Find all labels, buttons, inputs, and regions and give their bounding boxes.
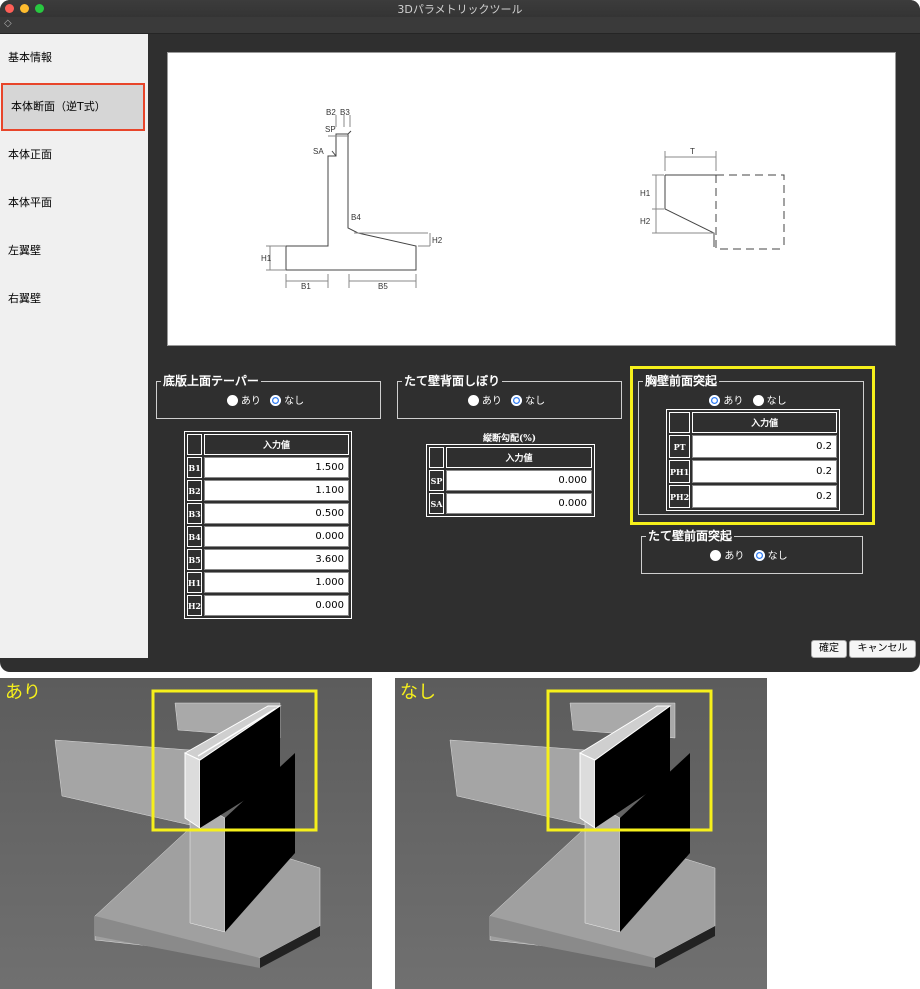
back-taper-group-title: たて壁背面しぼり: [402, 373, 503, 389]
preview-without-protrusion: なし: [395, 678, 767, 989]
b5-input[interactable]: 3.600: [204, 549, 349, 570]
parapet-radio-group: あり なし: [639, 392, 863, 407]
preview-label-without: なし: [400, 682, 436, 703]
taper-radio-yes[interactable]: [226, 395, 238, 406]
b3-input[interactable]: 0.500: [204, 503, 349, 524]
row-label-b3: B3: [187, 503, 203, 524]
sidebar: 基本情報 本体断面（逆T式） 本体正面 本体平面 左翼壁 右翼壁: [0, 34, 148, 658]
parapet-input-table: 入力値 PT 0.2 PH1 0.2 PH2 0.2: [666, 409, 840, 511]
table-corner: [669, 412, 691, 433]
parapet-radio-no[interactable]: [752, 395, 764, 406]
row-label-sa: SA: [429, 493, 444, 514]
slope-title: 縦断勾配(%): [483, 434, 537, 444]
sa-input[interactable]: 0.000: [446, 493, 592, 514]
ph1-input[interactable]: 0.2: [692, 460, 837, 483]
taper-group-title: 底版上面テーパー: [161, 373, 261, 389]
app-window: 3Dパラメトリックツール ◇ 基本情報 本体断面（逆T式） 本体正面 本体平面 …: [0, 0, 920, 672]
label-b1: B1: [301, 282, 311, 291]
back-input-table: 入力値 SP 0.000 SA 0.000: [426, 444, 595, 517]
b2-input[interactable]: 1.100: [204, 480, 349, 501]
parapet-group-title: 胸壁前面突起: [643, 373, 720, 389]
row-label-ph1: PH1: [669, 460, 691, 483]
section-diagram: B2 B3 SP SA B4 H2 H1 B1 B5 T H1 H2: [167, 52, 896, 346]
back-taper-radio-group: あり なし: [398, 392, 621, 407]
taper-radio-yes-label: あり: [240, 396, 261, 407]
section-drawing: B2 B3 SP SA B4 H2 H1 B1 B5 T H1 H2: [261, 108, 785, 291]
toolbar: ◇: [0, 17, 920, 34]
label-h2: H2: [432, 236, 443, 245]
taper-input-table: 入力値 B1 1.500 B2 1.100 B3 0.500 B4 0.000 B5 3.…: [184, 431, 352, 619]
parapet-radio-no-label: なし: [766, 396, 787, 407]
row-label-ph2: PH2: [669, 485, 691, 508]
label-b3: B3: [340, 108, 350, 117]
row-label-b4: B4: [187, 526, 203, 547]
row-label-b2: B2: [187, 480, 203, 501]
back-taper-radio-yes[interactable]: [467, 395, 479, 406]
front-protrusion-radio-yes-label: あり: [724, 551, 745, 562]
parapet-radio-yes[interactable]: [709, 395, 721, 406]
preview-render-with: [0, 678, 372, 989]
b1-input[interactable]: 1.500: [204, 457, 349, 478]
sidebar-item-right-wing[interactable]: 右翼壁: [0, 275, 148, 323]
front-protrusion-group: たて壁前面突起 あり なし: [641, 528, 863, 574]
taper-radio-group: あり なし: [157, 392, 380, 407]
back-taper-group: たて壁背面しぼり あり なし: [397, 373, 622, 419]
title-bar: 3Dパラメトリックツール: [0, 0, 920, 18]
sidebar-item-body-section[interactable]: 本体断面（逆T式）: [1, 83, 145, 131]
table-header: 入力値: [692, 412, 837, 433]
front-protrusion-radio-group: あり なし: [642, 547, 862, 562]
sidebar-item-body-plan[interactable]: 本体平面: [0, 179, 148, 227]
front-protrusion-radio-yes[interactable]: [710, 550, 722, 561]
table-header: 入力値: [204, 434, 349, 455]
label-h1: H1: [261, 254, 272, 263]
h1-input[interactable]: 1.000: [204, 572, 349, 593]
sidebar-item-basic-info[interactable]: 基本情報: [0, 34, 148, 82]
diamond-icon[interactable]: ◇: [4, 18, 12, 29]
table-corner: [429, 447, 444, 468]
table-header: 入力値: [446, 447, 592, 468]
preview-with-protrusion: あり: [0, 678, 372, 989]
taper-group: 底版上面テーパー あり なし: [156, 373, 381, 419]
label-b5: B5: [378, 282, 388, 291]
window-title: 3Dパラメトリックツール: [397, 3, 523, 16]
label-ph1: H1: [640, 189, 651, 198]
row-label-sp: SP: [429, 470, 444, 491]
ph2-input[interactable]: 0.2: [692, 485, 837, 508]
row-label-h2: H2: [187, 595, 203, 616]
label-b4: B4: [351, 213, 361, 222]
row-label-h1: H1: [187, 572, 203, 593]
taper-radio-no[interactable]: [270, 395, 282, 406]
label-ph2: H2: [640, 217, 651, 226]
label-sp: SP: [325, 125, 336, 134]
sp-input[interactable]: 0.000: [446, 470, 592, 491]
label-t: T: [690, 147, 695, 156]
h2-input[interactable]: 0.000: [204, 595, 349, 616]
taper-radio-no-label: なし: [284, 396, 305, 407]
row-label-b5: B5: [187, 549, 203, 570]
back-taper-radio-no[interactable]: [511, 395, 523, 406]
cancel-button[interactable]: キャンセル: [849, 640, 916, 658]
parapet-radio-yes-label: あり: [723, 396, 744, 407]
row-label-pt: PT: [669, 435, 691, 458]
confirm-button[interactable]: 確定: [811, 640, 847, 658]
b4-input[interactable]: 0.000: [204, 526, 349, 547]
preview-render-without: [395, 678, 767, 989]
back-taper-radio-no-label: なし: [525, 396, 546, 407]
front-protrusion-radio-no-label: なし: [767, 551, 788, 562]
label-sa: SA: [313, 147, 324, 156]
preview-label-with: あり: [5, 682, 41, 703]
table-corner: [187, 434, 203, 455]
sidebar-item-body-front[interactable]: 本体正面: [0, 131, 148, 179]
row-label-b1: B1: [187, 457, 203, 478]
label-b2: B2: [326, 108, 336, 117]
sidebar-item-left-wing[interactable]: 左翼壁: [0, 227, 148, 275]
front-protrusion-group-title: たて壁前面突起: [646, 528, 735, 544]
pt-input[interactable]: 0.2: [692, 435, 837, 458]
back-taper-radio-yes-label: あり: [481, 396, 502, 407]
front-protrusion-radio-no[interactable]: [753, 550, 765, 561]
